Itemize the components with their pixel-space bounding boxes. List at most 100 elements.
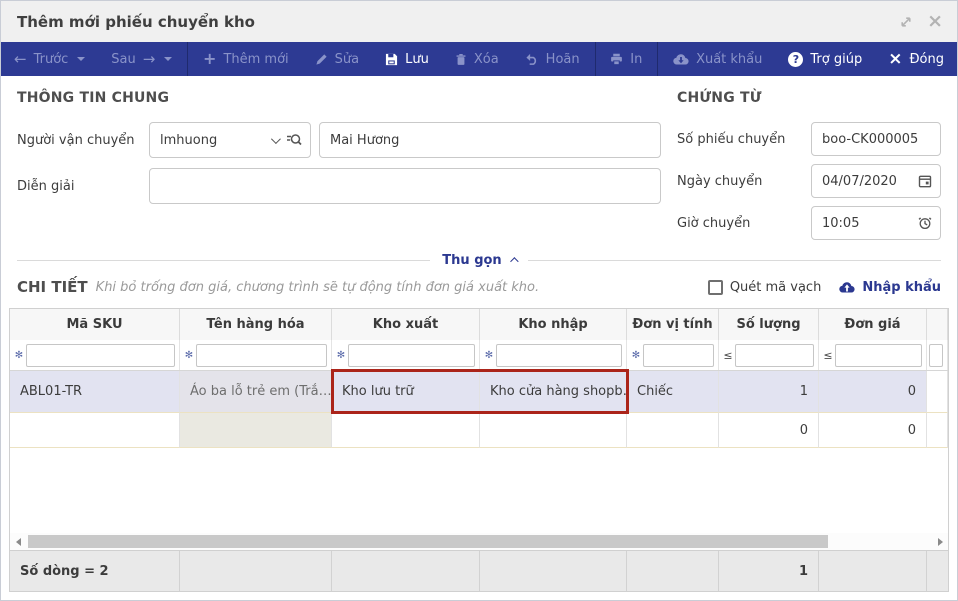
cell-price[interactable]: 0 [819,371,927,413]
print-button[interactable]: In [597,42,655,76]
cell-from-warehouse[interactable]: Kho lưu trữ [332,371,480,413]
collapse-divider: Thu gọn [17,250,941,270]
maximize-icon[interactable] [899,15,913,29]
search-icon[interactable] [286,132,302,148]
collapse-toggle[interactable]: Thu gọn [442,252,519,268]
undo-button[interactable]: Hoãn [512,42,593,76]
import-button[interactable]: Nhập khẩu [839,280,941,295]
filter-from-input[interactable] [348,343,475,367]
help-label: Trợ giúp [810,51,863,67]
collapse-label: Thu gọn [442,252,502,268]
cell-to-warehouse[interactable] [480,413,627,448]
add-label: Thêm mới [223,51,289,67]
undo-icon [525,53,539,65]
document-heading: CHỨNG TỪ [677,90,762,106]
filter-extra-input[interactable] [929,343,943,367]
edit-button[interactable]: Sửa [302,42,372,76]
cell-product[interactable]: Áo ba lỗ trẻ em (Trắ… [180,371,332,413]
help-button[interactable]: ? Trợ giúp [775,42,875,76]
filter-unit-input[interactable] [643,343,714,367]
scroll-right-icon[interactable] [932,533,948,550]
detail-hint: Khi bỏ trống đơn giá, chương trình sẽ tự… [95,279,540,295]
printer-icon [610,53,623,66]
caret-down-icon [77,57,86,61]
save-button[interactable]: Lưu [372,42,442,76]
grid-filter-row: ✻ ✻ ✻ ✻ ✻ ≤ ≤ [10,340,948,371]
cell-extra [927,413,948,448]
grid-row-1[interactable]: ABL01-TR Áo ba lỗ trẻ em (Trắ… Kho lưu t… [10,371,948,413]
toolbar-separator [657,42,659,76]
filter-qty-input[interactable] [735,343,814,367]
cell-to-warehouse[interactable]: Kho cửa hàng shopb… [480,371,627,413]
cell-qty[interactable]: 0 [719,413,819,448]
divider-line [17,259,431,261]
transfer-time-input[interactable] [812,207,918,239]
cell-qty[interactable]: 1 [719,371,819,413]
cell-sku[interactable] [10,413,180,448]
col-header-price[interactable]: Đơn giá [819,309,927,340]
clock-icon[interactable] [918,216,932,230]
col-header-from-warehouse[interactable]: Kho xuất [332,309,480,340]
grid-footer-row: Số dòng = 2 1 [10,550,948,591]
cell-unit[interactable] [627,413,719,448]
scroll-left-icon[interactable] [10,533,26,550]
filter-contains-icon[interactable]: ✻ [12,350,26,361]
col-header-unit[interactable]: Đơn vị tính [627,309,719,340]
save-label: Lưu [405,51,429,67]
doc-number-input[interactable] [811,122,941,156]
filter-contains-icon[interactable]: ✻ [629,350,643,361]
close-x-icon: × [888,48,903,69]
detail-header: CHI TIẾT Khi bỏ trống đơn giá, chương tr… [17,278,941,296]
qty-total-value: 1 [719,551,819,591]
filter-contains-icon[interactable]: ✻ [182,350,196,361]
grid-row-2[interactable]: 0 0 [10,413,948,448]
close-icon[interactable]: × [927,12,943,31]
filter-price-input[interactable] [835,343,922,367]
col-header-extra [927,309,948,340]
doc-number-label: Số phiếu chuyển [677,131,786,147]
col-header-sku[interactable]: Mã SKU [10,309,180,340]
filter-contains-icon[interactable]: ✻ [334,350,348,361]
horizontal-scrollbar [10,533,948,550]
arrow-right-icon: → [142,49,156,68]
arrow-left-icon: ← [14,49,27,68]
filter-product-input[interactable] [196,343,327,367]
print-label: In [630,51,643,67]
delete-button[interactable]: Xóa [442,42,512,76]
cell-price[interactable]: 0 [819,413,927,448]
barcode-checkbox[interactable] [707,279,723,295]
col-header-qty[interactable]: Số lượng [719,309,819,340]
barcode-checkbox-wrap[interactable]: Quét mã vạch [707,279,821,295]
transfer-date-input[interactable] [812,165,918,197]
divider-line [527,259,941,261]
filter-lte-icon[interactable]: ≤ [721,349,735,362]
description-input[interactable] [149,168,661,204]
prev-button[interactable]: ← Trước [1,42,98,76]
filter-sku-input[interactable] [26,343,175,367]
cell-product[interactable] [180,413,332,448]
next-button[interactable]: Sau → [98,42,185,76]
cell-unit[interactable]: Chiếc [627,371,719,413]
scrollbar-thumb[interactable] [28,535,828,548]
dialog-title: Thêm mới phiếu chuyển kho [17,12,255,31]
pencil-icon [315,53,328,66]
filter-to-input[interactable] [496,343,622,367]
cell-extra [927,371,948,413]
filter-lte-icon[interactable]: ≤ [821,349,835,362]
chevron-up-icon [509,257,519,266]
carrier-combobox[interactable]: lmhuong [149,122,311,158]
scrollbar-track[interactable] [26,533,932,550]
col-header-product[interactable]: Tên hàng hóa [180,309,332,340]
grid-empty-area [10,448,948,533]
carrier-name-input[interactable] [319,122,661,158]
filter-contains-icon[interactable]: ✻ [482,350,496,361]
cell-from-warehouse[interactable] [332,413,480,448]
col-header-to-warehouse[interactable]: Kho nhập [480,309,627,340]
add-button[interactable]: + Thêm mới [190,42,302,76]
export-label: Xuất khẩu [696,51,763,67]
carrier-code-value: lmhuong [160,132,218,148]
close-button[interactable]: × Đóng [875,42,957,76]
cell-sku[interactable]: ABL01-TR [10,371,180,413]
export-button[interactable]: Xuất khẩu [660,42,775,76]
calendar-icon[interactable] [918,174,932,188]
